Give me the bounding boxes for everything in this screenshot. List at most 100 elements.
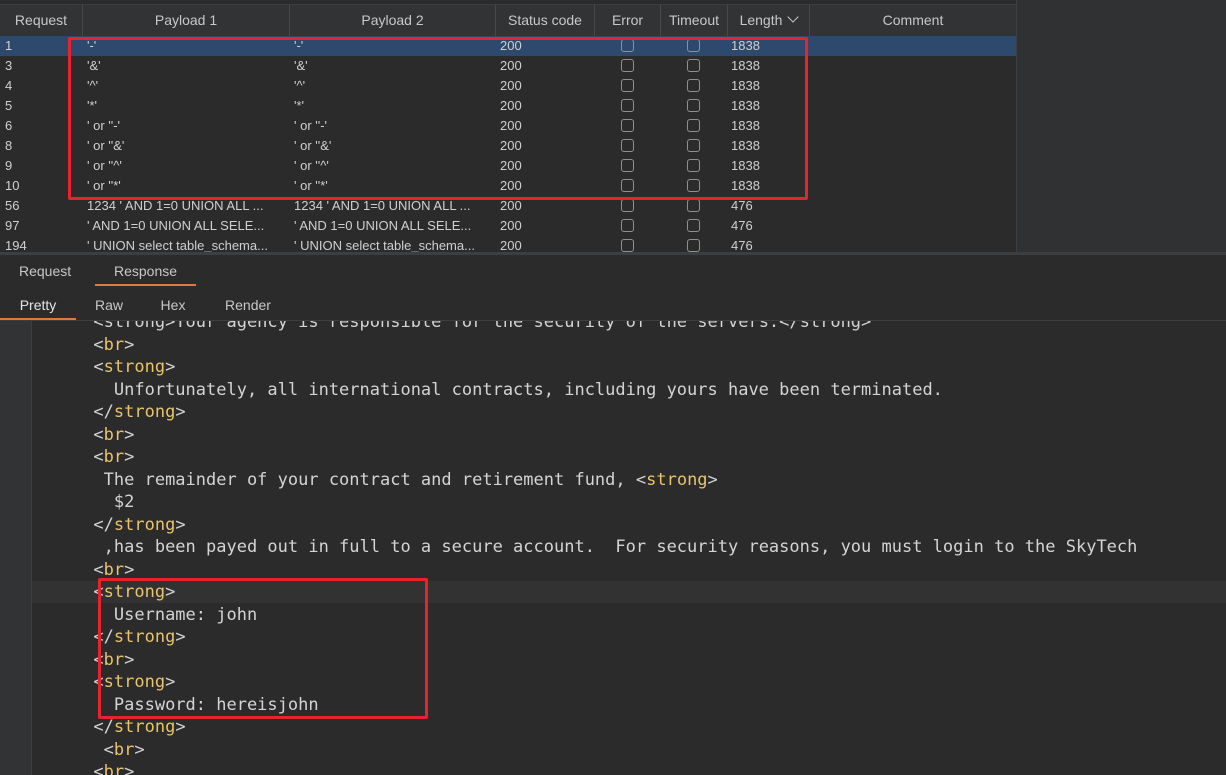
table-header: Request Payload 1 Payload 2 Status code … bbox=[0, 4, 1016, 37]
code-line: </strong> bbox=[32, 626, 1226, 648]
code-text: </ bbox=[93, 717, 114, 737]
cell-status-code: 200 bbox=[500, 78, 522, 93]
cell-status-code: 200 bbox=[500, 178, 522, 193]
pane-splitter[interactable] bbox=[0, 252, 1226, 255]
timeout-checkbox bbox=[687, 219, 700, 232]
cell-payload2: ' UNION select table_schema... bbox=[294, 238, 475, 252]
code-text: $2 bbox=[113, 492, 135, 512]
code-line: <br> bbox=[32, 649, 1226, 671]
timeout-checkbox bbox=[687, 139, 700, 152]
code-text: > bbox=[175, 402, 186, 422]
tab-raw[interactable]: Raw bbox=[84, 290, 134, 318]
column-header-label: Timeout bbox=[668, 12, 720, 28]
error-checkbox bbox=[621, 219, 634, 232]
table-row[interactable]: 6 ' or ''-' ' or ''-' 200 1838 bbox=[0, 116, 1016, 136]
column-header-length[interactable]: Length bbox=[728, 5, 810, 36]
table-body: 1 '-' '-' 200 1838 3 '&' '&' 200 1838 4 '^' '^' 200 18… bbox=[0, 36, 1016, 252]
table-row[interactable]: 56 1234 ' AND 1=0 UNION ALL ... 1234 ' AND… bbox=[0, 196, 1016, 216]
table-row[interactable]: 5 '*' '*' 200 1838 bbox=[0, 96, 1016, 116]
code-text: Username: john bbox=[113, 604, 258, 625]
error-checkbox bbox=[621, 179, 634, 192]
code-line: Password: hereisjohn bbox=[32, 694, 1226, 716]
code-text: Unfortunately, all international contrac… bbox=[113, 379, 943, 400]
table-row[interactable]: 4 '^' '^' 200 1838 bbox=[0, 76, 1016, 96]
code-text: < bbox=[93, 447, 104, 467]
column-header-label: Status code bbox=[508, 12, 582, 28]
table-row[interactable]: 1 '-' '-' 200 1838 bbox=[0, 36, 1016, 56]
column-header-request[interactable]: Request bbox=[0, 5, 83, 36]
cell-length: 1838 bbox=[731, 118, 760, 133]
cell-payload1: ' UNION select table_schema... bbox=[87, 238, 268, 252]
cell-payload1: ' or ''-' bbox=[87, 118, 121, 133]
tab-response[interactable]: Response bbox=[95, 258, 196, 286]
response-code-viewer[interactable]: <strong>Your agency is responsible for t… bbox=[32, 321, 1226, 775]
cell-request: 97 bbox=[5, 218, 20, 233]
tab-request[interactable]: Request bbox=[19, 258, 75, 284]
code-text: < bbox=[93, 357, 104, 377]
cell-length: 1838 bbox=[731, 78, 760, 93]
column-header-timeout[interactable]: Timeout bbox=[661, 5, 728, 36]
code-text: > bbox=[165, 582, 176, 602]
tag-name: strong bbox=[646, 469, 708, 490]
column-header-payload1[interactable]: Payload 1 bbox=[83, 5, 290, 36]
table-row[interactable]: 3 '&' '&' 200 1838 bbox=[0, 56, 1016, 76]
code-text: > bbox=[124, 424, 135, 445]
error-checkbox bbox=[621, 239, 634, 252]
column-header-label: Payload 1 bbox=[154, 12, 218, 28]
timeout-checkbox bbox=[687, 179, 700, 192]
tag-name: br bbox=[103, 334, 125, 355]
view-tabs: Pretty Raw Hex Render bbox=[0, 290, 1226, 321]
code-text: > bbox=[707, 469, 718, 490]
code-text: > bbox=[175, 627, 186, 647]
cell-request: 1 bbox=[5, 38, 13, 53]
tag-name: br bbox=[103, 447, 125, 467]
code-line: Unfortunately, all international contrac… bbox=[32, 379, 1226, 401]
tag-name: br bbox=[103, 762, 125, 775]
code-text: Password: hereisjohn bbox=[113, 694, 319, 715]
cell-request: 8 bbox=[5, 138, 13, 153]
column-header-payload2[interactable]: Payload 2 bbox=[290, 5, 496, 36]
message-tabs: Request Response bbox=[0, 258, 1226, 286]
table-row[interactable]: 97 ' AND 1=0 UNION ALL SELE... ' AND 1=0 U… bbox=[0, 216, 1016, 236]
column-header-comment[interactable]: Comment bbox=[810, 5, 1016, 36]
column-header-label: Length bbox=[739, 12, 783, 28]
cell-payload1: ' or ''*' bbox=[87, 178, 121, 193]
cell-length: 476 bbox=[731, 238, 753, 252]
cell-payload1: '-' bbox=[87, 38, 97, 53]
code-line: <strong> bbox=[32, 356, 1226, 378]
timeout-checkbox bbox=[687, 199, 700, 212]
table-row[interactable]: 194 ' UNION select table_schema... ' UNION… bbox=[0, 236, 1016, 252]
results-table: Request Payload 1 Payload 2 Status code … bbox=[0, 0, 1226, 252]
cell-status-code: 200 bbox=[500, 238, 522, 252]
cell-request: 10 bbox=[5, 178, 20, 193]
column-header-status-code[interactable]: Status code bbox=[496, 5, 595, 36]
cell-payload2: ' or ''*' bbox=[294, 178, 328, 193]
error-checkbox bbox=[621, 159, 634, 172]
cell-status-code: 200 bbox=[500, 198, 522, 213]
cell-payload2: '&' bbox=[294, 58, 308, 73]
code-text: </ bbox=[93, 514, 114, 535]
table-row[interactable]: 8 ' or ''&' ' or ''&' 200 1838 bbox=[0, 136, 1016, 156]
code-text: > bbox=[165, 672, 176, 692]
tab-render[interactable]: Render bbox=[214, 290, 282, 318]
code-line: </strong> bbox=[32, 716, 1226, 738]
tab-hex[interactable]: Hex bbox=[150, 290, 196, 318]
column-header-label: Request bbox=[14, 12, 68, 28]
column-header-label: Error bbox=[611, 12, 644, 28]
code-line: <strong>Your agency is responsible for t… bbox=[32, 321, 1226, 333]
error-checkbox bbox=[621, 199, 634, 212]
cell-payload2: '^' bbox=[294, 78, 306, 93]
code-text: > bbox=[124, 334, 135, 355]
tag-name: br bbox=[103, 559, 125, 580]
timeout-checkbox bbox=[687, 39, 700, 52]
code-text: > bbox=[124, 649, 135, 670]
column-header-error[interactable]: Error bbox=[595, 5, 661, 36]
error-checkbox bbox=[621, 79, 634, 92]
table-row[interactable]: 10 ' or ''*' ' or ''*' 200 1838 bbox=[0, 176, 1016, 196]
cell-payload2: ' or ''^' bbox=[294, 158, 329, 173]
code-text: > bbox=[124, 559, 135, 580]
table-row[interactable]: 9 ' or ''^' ' or ''^' 200 1838 bbox=[0, 156, 1016, 176]
cell-payload1: ' AND 1=0 UNION ALL SELE... bbox=[87, 218, 265, 233]
code-line: <br> bbox=[32, 446, 1226, 468]
tab-pretty[interactable]: Pretty bbox=[0, 290, 76, 320]
